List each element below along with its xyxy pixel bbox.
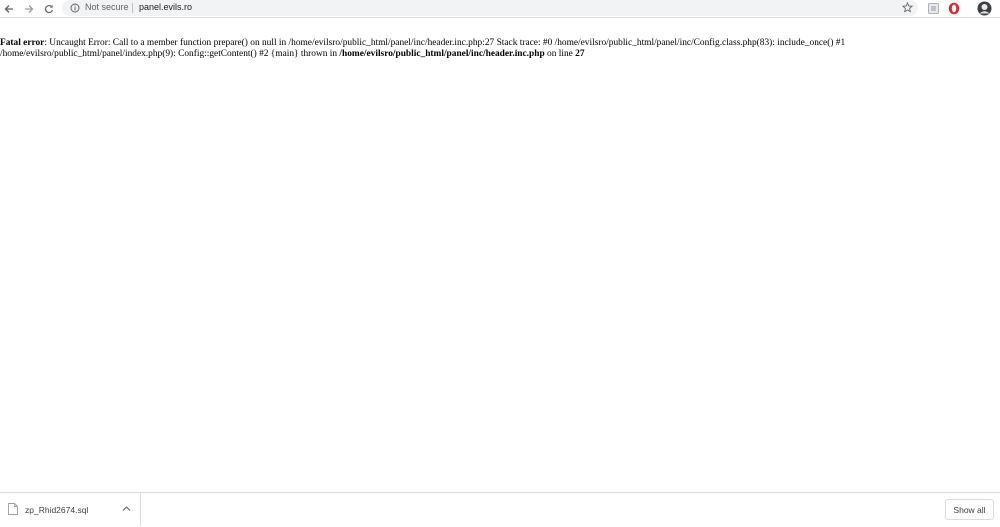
php-fatal-error: Fatal error: Uncaught Error: Call to a m… bbox=[0, 38, 1000, 60]
address-bar[interactable]: Not secure panel.evils.ro bbox=[62, 0, 918, 16]
error-prefix: Fatal error bbox=[0, 38, 45, 48]
arrow-left-icon bbox=[4, 4, 13, 13]
reload-icon bbox=[44, 4, 53, 13]
profile-avatar-icon[interactable] bbox=[977, 1, 992, 16]
show-all-button[interactable]: Show all bbox=[945, 499, 994, 520]
back-button[interactable] bbox=[1, 0, 17, 17]
arrow-right-icon bbox=[25, 4, 34, 13]
reload-button[interactable] bbox=[41, 0, 57, 17]
info-icon[interactable] bbox=[70, 3, 80, 13]
error-line-number: 27 bbox=[575, 49, 585, 59]
error-on-line: on line bbox=[544, 49, 576, 59]
omnibox-separator bbox=[132, 3, 133, 13]
forward-button[interactable] bbox=[21, 0, 37, 17]
extension-icon[interactable] bbox=[928, 3, 939, 14]
chevron-up-icon[interactable] bbox=[122, 505, 131, 512]
file-icon bbox=[8, 503, 18, 515]
download-file-name[interactable]: zp_Rhid2674.sql bbox=[25, 505, 88, 515]
star-icon[interactable] bbox=[902, 2, 913, 13]
error-file: /home/evilsro/public_html/panel/inc/head… bbox=[339, 49, 545, 59]
security-label[interactable]: Not secure bbox=[85, 2, 129, 12]
browser-toolbar: Not secure panel.evils.ro bbox=[0, 0, 1000, 18]
opera-icon[interactable] bbox=[948, 2, 960, 15]
download-item[interactable]: zp_Rhid2674.sql bbox=[0, 493, 141, 526]
url-text[interactable]: panel.evils.ro bbox=[139, 2, 192, 12]
download-shelf: zp_Rhid2674.sql Show all bbox=[0, 492, 1000, 527]
